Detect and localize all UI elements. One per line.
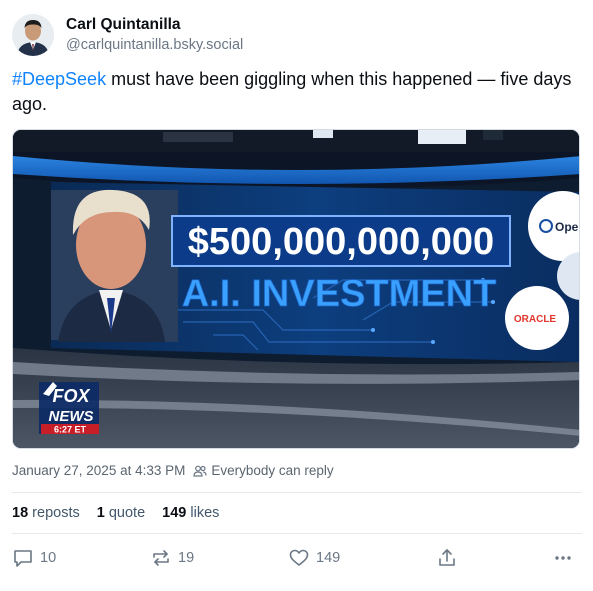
likes-label: likes xyxy=(190,505,220,521)
quotes-stat[interactable]: 1 quote xyxy=(97,505,145,521)
portrait-graphic xyxy=(51,189,178,342)
share-button[interactable] xyxy=(436,546,458,570)
author-handle[interactable]: @carlquintanilla.bsky.social xyxy=(66,37,243,53)
post-actions: 10 19 149 xyxy=(12,546,574,570)
avatar[interactable] xyxy=(12,14,54,56)
fox-logo-text: FOX xyxy=(52,386,90,406)
heart-icon xyxy=(289,549,309,566)
repost-icon xyxy=(153,550,169,566)
repost-count: 19 xyxy=(178,550,195,566)
likes-count: 149 xyxy=(162,505,187,521)
quotes-count: 1 xyxy=(96,505,105,521)
news-logo-text: NEWS xyxy=(49,408,94,425)
headline-text: $500,000,000,000 xyxy=(188,221,494,263)
reply-button[interactable]: 10 xyxy=(12,546,56,570)
post-datetime[interactable]: January 27, 2025 at 4:33 PM xyxy=(12,463,185,478)
author-name[interactable]: Carl Quintanilla xyxy=(66,16,181,34)
divider xyxy=(12,492,582,493)
reposts-stat[interactable]: 18 reposts xyxy=(12,505,80,521)
reposts-count: 18 xyxy=(12,505,29,521)
openai-logo: Oper xyxy=(555,220,580,234)
reposts-label: reposts xyxy=(32,505,80,521)
share-icon xyxy=(439,549,455,566)
repost-button[interactable]: 19 xyxy=(150,546,194,570)
like-count: 149 xyxy=(316,550,341,566)
reply-setting-label: Everybody can reply xyxy=(211,463,334,478)
people-icon xyxy=(193,465,207,477)
more-options-button[interactable] xyxy=(552,546,574,570)
post-meta: January 27, 2025 at 4:33 PM Everybody ca… xyxy=(12,463,334,478)
quotes-label: quote xyxy=(108,505,146,521)
likes-stat[interactable]: 149 likes xyxy=(162,505,219,521)
fox-news-logo: FOX NEWS 6:27 ET xyxy=(39,382,99,435)
divider xyxy=(12,533,582,534)
post-image[interactable]: $500,000,000,000 A.I. INVESTMENT Oper OR… xyxy=(12,129,580,449)
like-button[interactable]: 149 xyxy=(288,546,340,570)
hashtag-link[interactable]: #DeepSeek xyxy=(12,69,106,89)
reply-count: 10 xyxy=(40,550,57,566)
reply-icon xyxy=(14,550,32,567)
post-header: Carl Quintanilla @carlquintanilla.bsky.s… xyxy=(12,12,582,60)
oracle-logo: ORACLE xyxy=(514,314,557,325)
post-card: Carl Quintanilla @carlquintanilla.bsky.s… xyxy=(0,0,593,591)
more-icon xyxy=(555,556,571,560)
post-text: #DeepSeek must have been giggling when t… xyxy=(12,67,582,117)
reply-setting: Everybody can reply xyxy=(193,463,334,478)
broadcast-time: 6:27 ET xyxy=(54,425,87,435)
subheadline-text: A.I. INVESTMENT xyxy=(182,273,497,315)
post-stats: 18 reposts 1 quote 149 likes xyxy=(12,505,219,521)
